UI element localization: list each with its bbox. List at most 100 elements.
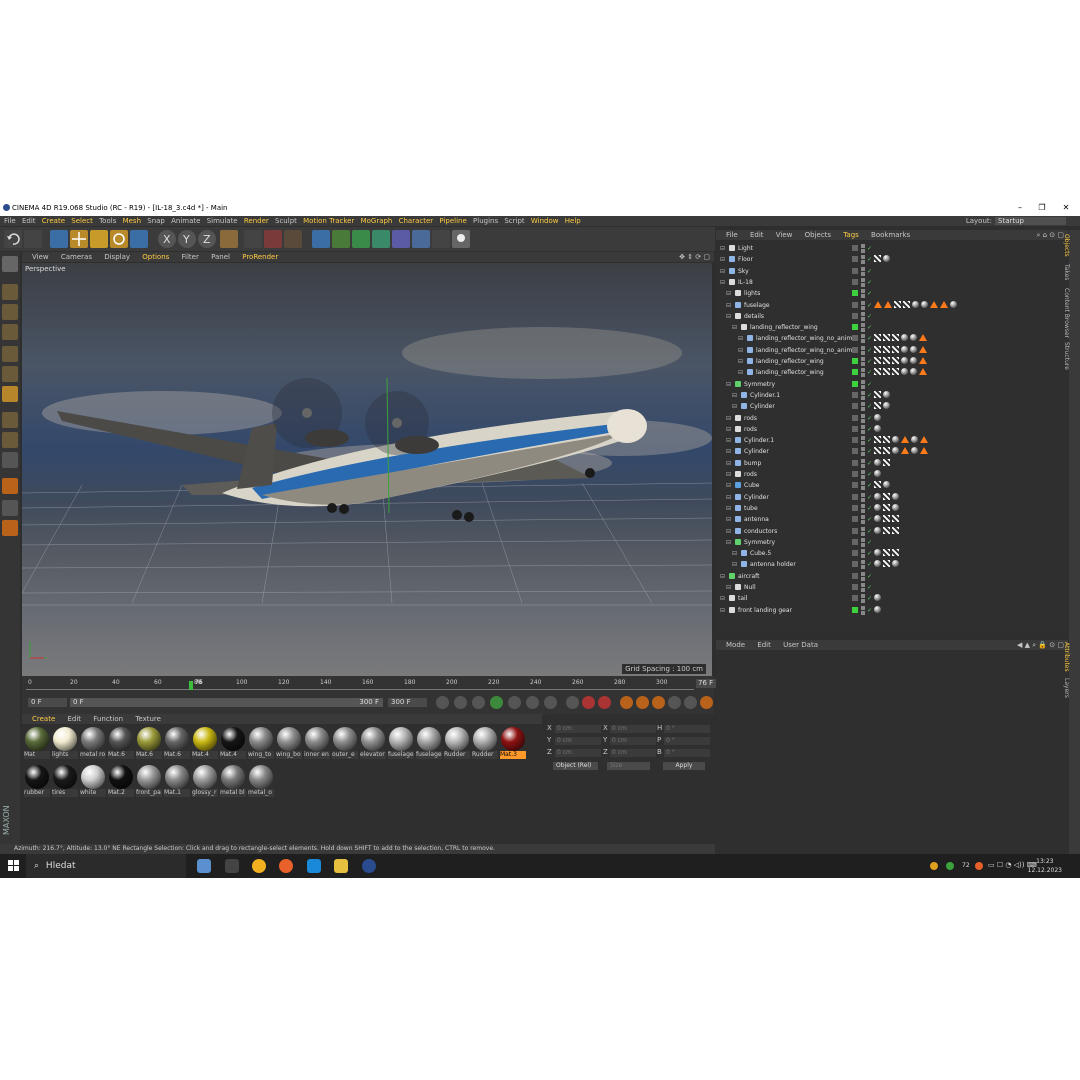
tag-icon[interactable] [874,470,881,477]
tag-icon[interactable] [910,357,917,364]
layer-color-flag[interactable] [852,595,858,602]
menu-script[interactable]: Script [504,216,524,226]
render-settings-icon[interactable] [284,230,302,248]
last-tool-icon[interactable] [130,230,148,248]
workplane-icon[interactable] [2,500,18,516]
visibility-dots[interactable] [861,244,865,253]
tag-icon[interactable] [874,402,881,410]
timeline-ruler[interactable]: 0 20 40 60 80 100 120 140 160 180 200 22… [26,679,694,690]
timeline-window-icon[interactable] [700,696,713,709]
tag-icon[interactable] [874,605,881,613]
layout-dropdown[interactable]: Startup [995,217,1066,225]
autokey-icon[interactable] [598,696,611,709]
enable-check-icon[interactable]: ✓ [867,548,872,559]
object-name[interactable]: antenna [744,514,769,525]
magnet-icon[interactable] [2,478,18,494]
render-view-icon[interactable] [244,230,262,248]
skype-icon[interactable] [307,859,321,873]
next-key-icon[interactable] [508,696,521,709]
enable-check-icon[interactable]: ✓ [867,345,872,356]
play-icon[interactable] [490,696,503,709]
expand-toggle-icon[interactable]: ⊟ [732,390,737,401]
enable-check-icon[interactable]: ✓ [867,435,872,446]
texture-mode-icon[interactable] [2,304,18,320]
expand-toggle-icon[interactable]: ⊟ [726,503,731,514]
position-z-field[interactable]: 0 cm [555,749,601,757]
object-row[interactable]: ⊟ landing_reflector_wing ✓ [716,367,1068,378]
menu-animate[interactable]: Animate [171,216,200,226]
expand-toggle-icon[interactable]: ⊟ [726,469,731,480]
visibility-dots[interactable] [861,537,865,547]
rotation-h-field[interactable]: 0 ° [664,725,710,733]
object-name[interactable]: Cylinder.1 [750,390,780,401]
object-name[interactable]: tail [738,593,747,604]
object-name[interactable]: details [744,311,764,322]
tag-icon[interactable] [892,560,899,568]
layer-color-flag[interactable] [852,538,858,545]
keyframe-icon[interactable] [566,696,579,709]
enable-check-icon[interactable]: ✓ [867,480,872,491]
expand-toggle-icon[interactable]: ⊟ [720,571,725,582]
tag-icon[interactable] [874,515,881,523]
viewport-menu-options[interactable]: Options [142,252,169,262]
axis-mode-icon[interactable] [2,412,18,428]
enable-check-icon[interactable]: ✓ [867,288,872,299]
material-swatch[interactable]: white [80,765,106,801]
key-scale-icon[interactable] [636,696,649,709]
object-row[interactable]: ⊟ rods ✓ [716,469,1068,480]
expand-toggle-icon[interactable]: ⊟ [732,559,737,570]
tab-takes[interactable]: Takes [1063,264,1070,280]
attribute-menu-mode[interactable]: Mode [726,640,745,650]
layer-color-flag[interactable] [852,437,858,444]
tab-structure[interactable]: Structure [1063,342,1070,370]
object-row[interactable]: ⊟ fuselage ✓ [716,300,1068,311]
tab-layers[interactable]: Layers [1063,678,1070,698]
visibility-dots[interactable] [861,605,865,615]
visibility-dots[interactable] [861,390,865,400]
expand-toggle-icon[interactable]: ⊟ [720,254,725,265]
play-backwards-icon[interactable] [472,696,485,709]
material-swatch[interactable]: Mat.3 [500,727,526,763]
visibility-dots[interactable] [861,515,865,525]
object-row[interactable]: ⊟ landing_reflector_wing_no_anim ✓ [716,345,1068,356]
material-swatch[interactable]: Mat.2 [108,765,134,801]
menu-edit[interactable]: Edit [22,216,36,226]
object-row[interactable]: ⊟ front landing gear ✓ [716,605,1068,616]
menu-plugins[interactable]: Plugins [473,216,498,226]
tag-icon[interactable] [892,436,899,444]
tag-icon[interactable] [901,334,908,342]
enable-check-icon[interactable]: ✓ [867,514,872,525]
object-row[interactable]: ⊟ landing_reflector_wing ✓ [716,356,1068,367]
object-name[interactable]: Symmetry [744,537,775,548]
enable-check-icon[interactable]: ✓ [867,401,872,412]
layer-color-flag[interactable] [852,335,858,342]
edges-mode-icon[interactable] [2,366,18,382]
tag-icon[interactable] [883,447,890,455]
workplane-mode-icon[interactable] [2,324,18,340]
tweak-mode-icon[interactable] [2,432,18,448]
tag-icon[interactable] [892,492,899,500]
timeline-playhead[interactable] [189,681,193,690]
tag-icon[interactable] [883,503,890,511]
material-swatch[interactable]: Mat.4 [192,727,218,763]
tag-icon[interactable] [883,526,890,534]
tag-icon[interactable] [874,503,881,511]
object-row[interactable]: ⊟ Sky ✓ [716,266,1068,277]
menu-select[interactable]: Select [71,216,93,226]
material-swatch[interactable]: lights [52,727,78,763]
object-name[interactable]: tube [744,503,758,514]
object-menu-file[interactable]: File [726,230,738,240]
tag-icon[interactable] [919,357,927,364]
apply-button[interactable]: Apply [663,762,705,770]
cube-icon[interactable] [312,230,330,248]
taskbar-search[interactable]: ⌕ Hledat [26,854,186,878]
object-name[interactable]: bump [744,458,761,469]
material-menu-edit[interactable]: Edit [68,714,82,724]
material-swatch[interactable]: outer_e [332,727,358,763]
snap-icon[interactable] [2,452,18,468]
visibility-dots[interactable] [861,255,865,265]
expand-toggle-icon[interactable]: ⊟ [738,333,743,344]
tag-icon[interactable] [912,300,919,308]
layer-color-flag[interactable] [852,278,858,285]
enable-check-icon[interactable]: ✓ [867,582,872,593]
